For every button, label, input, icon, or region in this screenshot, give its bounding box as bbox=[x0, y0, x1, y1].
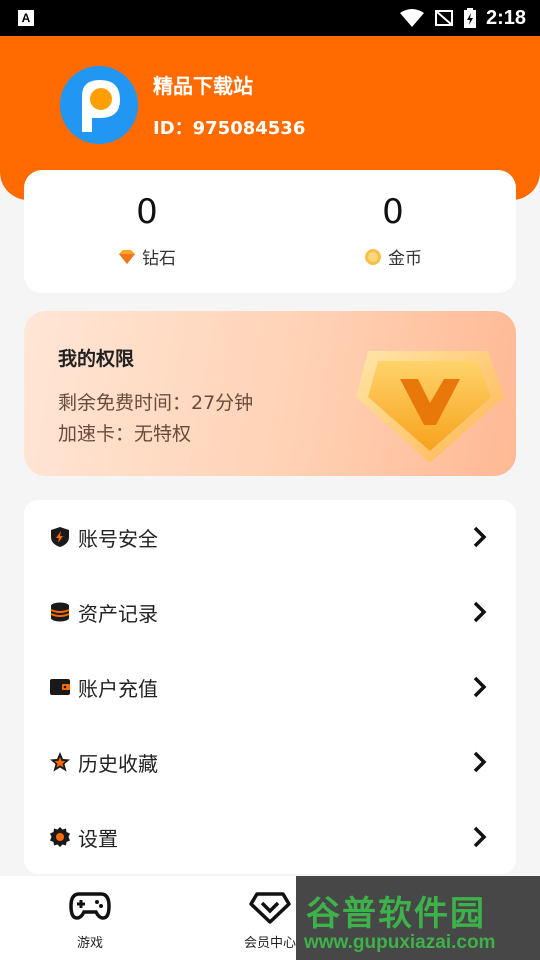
chevron-right-icon bbox=[473, 601, 487, 623]
username: 精品下载站 bbox=[153, 74, 253, 98]
menu-item-account-security[interactable]: 账号安全 bbox=[24, 507, 516, 567]
permissions-card[interactable]: 我的权限 剩余免费时间：27分钟 加速卡：无特权 bbox=[24, 311, 516, 476]
no-signal-icon bbox=[434, 10, 453, 26]
chevron-right-icon bbox=[473, 751, 487, 773]
permissions-title: 我的权限 bbox=[58, 348, 135, 370]
coin-balance[interactable]: 0 金币 bbox=[270, 170, 516, 293]
wifi-icon bbox=[399, 9, 424, 27]
menu-label: 账号安全 bbox=[78, 526, 158, 551]
coin-icon bbox=[365, 248, 381, 265]
nav-label: 游戏 bbox=[76, 936, 103, 951]
menu-label: 设置 bbox=[78, 826, 118, 851]
watermark-logo: 谷普软件园 bbox=[306, 894, 486, 934]
menu-item-asset-records[interactable]: 资产记录 bbox=[24, 582, 516, 642]
user-id: ID：975084536 bbox=[153, 118, 306, 139]
status-time: 2:18 bbox=[485, 6, 526, 29]
menu-label: 历史收藏 bbox=[78, 751, 158, 776]
star-icon bbox=[50, 752, 70, 772]
menu-item-settings[interactable]: 设置 bbox=[24, 807, 516, 867]
battery-icon bbox=[463, 8, 476, 28]
coin-count: 0 bbox=[382, 192, 404, 232]
watermark: 谷普软件园 www.gupuxiazai.com bbox=[296, 876, 540, 960]
shield-icon bbox=[51, 527, 69, 547]
menu-label: 账户充值 bbox=[78, 676, 158, 701]
vip-diamond-icon bbox=[249, 892, 291, 924]
speed-card-status: 加速卡：无特权 bbox=[58, 423, 192, 445]
free-time-remaining: 剩余免费时间：27分钟 bbox=[58, 392, 254, 414]
chevron-right-icon bbox=[473, 676, 487, 698]
diamond-count: 0 bbox=[136, 192, 158, 232]
menu-item-account-recharge[interactable]: 账户充值 bbox=[24, 657, 516, 717]
wallet-icon bbox=[50, 679, 70, 695]
balance-card: 0 钻石 0 金币 bbox=[24, 170, 516, 293]
nav-label: 会员中心 bbox=[243, 936, 296, 951]
gamepad-icon bbox=[69, 892, 111, 920]
menu-item-favorites-history[interactable]: 历史收藏 bbox=[24, 732, 516, 792]
nav-tab-games[interactable]: 游戏 bbox=[40, 876, 140, 960]
status-bar: A 2:18 bbox=[0, 0, 540, 36]
chevron-right-icon bbox=[473, 526, 487, 548]
diamond-label: 钻石 bbox=[142, 249, 176, 269]
coin-label: 金币 bbox=[388, 249, 422, 269]
app-notification-icon: A bbox=[18, 10, 34, 26]
diamond-icon bbox=[119, 249, 135, 264]
watermark-url: www.gupuxiazai.com bbox=[304, 932, 496, 953]
database-icon bbox=[50, 602, 70, 622]
menu-list: 账号安全 资产记录 账户充值 历史收藏 设置 bbox=[24, 500, 516, 874]
chevron-right-icon bbox=[473, 826, 487, 848]
app-logo-icon bbox=[60, 66, 138, 144]
vip-badge-icon bbox=[356, 351, 504, 463]
menu-label: 资产记录 bbox=[78, 601, 158, 626]
gear-icon bbox=[50, 827, 70, 847]
avatar[interactable] bbox=[60, 66, 138, 144]
diamond-balance[interactable]: 0 钻石 bbox=[24, 170, 270, 293]
